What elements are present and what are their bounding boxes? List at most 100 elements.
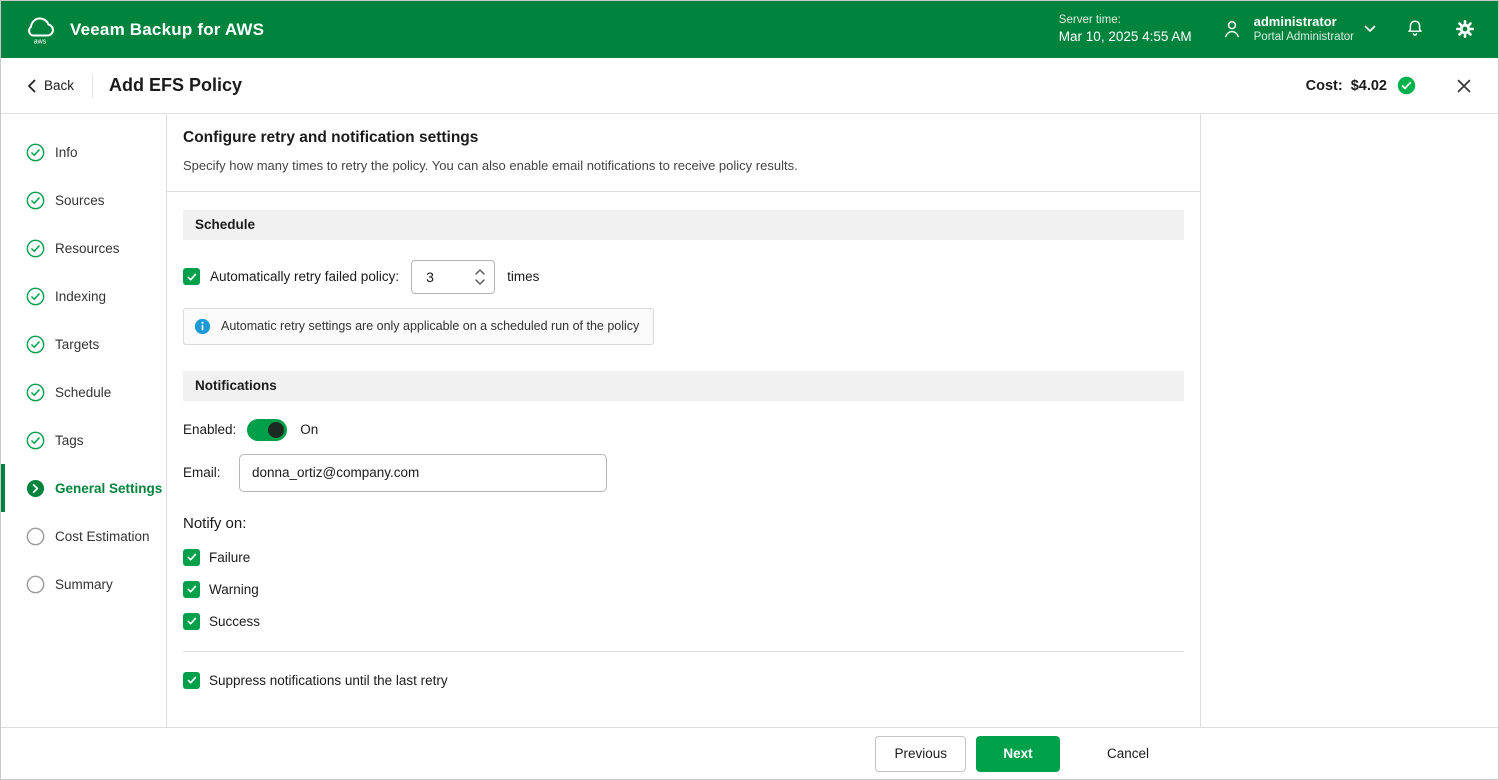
step-label: Info: [55, 144, 78, 160]
right-gutter: [1201, 114, 1498, 727]
step-label: Summary: [55, 576, 113, 592]
panel-subtitle: Specify how many times to retry the poli…: [183, 158, 798, 173]
retry-count-value[interactable]: 3: [412, 269, 475, 285]
cost-ok-icon: [1397, 76, 1416, 95]
section-divider: [183, 650, 1184, 652]
panel-body: Schedule Automatically retry failed poli…: [167, 192, 1200, 728]
enabled-row: Enabled: On: [183, 418, 1184, 441]
wizard-step-schedule[interactable]: Schedule: [1, 368, 166, 416]
main-area: Info Sources Resources Indexing Targets …: [1, 114, 1498, 727]
content-panel: Configure retry and notification setting…: [166, 114, 1201, 727]
close-icon[interactable]: [1452, 74, 1476, 98]
step-label: Tags: [55, 432, 84, 448]
failure-checkbox[interactable]: [183, 548, 200, 566]
wizard-step-summary[interactable]: Summary: [1, 560, 166, 608]
step-label: Schedule: [55, 384, 112, 400]
suppress-checkbox[interactable]: [183, 671, 200, 689]
toggle-state-label: On: [300, 422, 319, 437]
cost-value: $4.02: [1350, 77, 1387, 94]
previous-button[interactable]: Previous: [875, 735, 966, 772]
toolbar-divider: [92, 73, 94, 98]
wizard-step-cost-estimation[interactable]: Cost Estimation: [1, 512, 166, 560]
suppress-row: Suppress notifications until the last re…: [183, 671, 1184, 689]
wizard-step-resources[interactable]: Resources: [1, 224, 166, 272]
user-role: Portal Administrator: [1253, 31, 1354, 44]
email-input[interactable]: [239, 453, 607, 492]
step-todo-icon: [26, 527, 45, 546]
server-time-label: Server time:: [1058, 14, 1121, 26]
wizard-toolbar: Back Add EFS Policy Cost: $4.02: [1, 58, 1498, 114]
step-todo-icon: [26, 575, 45, 594]
step-done-icon: [26, 335, 45, 354]
step-done-icon: [26, 431, 45, 450]
failure-label: Failure: [209, 549, 251, 565]
panel-header: Configure retry and notification setting…: [167, 114, 1200, 192]
step-done-icon: [26, 383, 45, 402]
suppress-label: Suppress notifications until the last re…: [209, 672, 448, 688]
step-done-icon: [26, 191, 45, 210]
user-name: administrator: [1253, 13, 1337, 29]
enabled-label: Enabled:: [183, 422, 237, 437]
wizard-steps-sidebar: Info Sources Resources Indexing Targets …: [1, 114, 166, 727]
step-done-icon: [26, 239, 45, 258]
stepper-controls: [475, 268, 494, 285]
wizard-footer: Previous Next Cancel: [1, 727, 1498, 779]
app-title: Veeam Backup for AWS: [70, 19, 265, 39]
retry-label: Automatically retry failed policy:: [210, 269, 400, 284]
stepper-down-icon[interactable]: [475, 278, 485, 285]
server-time-value: Mar 10, 2025 4:55 AM: [1058, 29, 1192, 45]
user-text: administrator Portal Administrator: [1254, 14, 1354, 46]
email-label: Email:: [183, 465, 221, 480]
chevron-down-icon: [1364, 25, 1376, 33]
server-time: Server time: Mar 10, 2025 4:55 AM: [1059, 12, 1192, 47]
notifications-bell-icon[interactable]: [1404, 18, 1426, 40]
wizard-step-sources[interactable]: Sources: [1, 176, 166, 224]
warning-label: Warning: [209, 581, 259, 597]
retry-count-stepper[interactable]: 3: [411, 259, 496, 294]
notify-option-failure: Failure: [183, 548, 1184, 566]
settings-gear-icon[interactable]: [1454, 18, 1476, 40]
step-label: Resources: [55, 240, 120, 256]
toggle-knob: [268, 421, 285, 438]
wizard-step-info[interactable]: Info: [1, 128, 166, 176]
step-label: Sources: [55, 192, 105, 208]
wizard-step-indexing[interactable]: Indexing: [1, 272, 166, 320]
warning-checkbox[interactable]: [183, 580, 200, 598]
app-header: aws Veeam Backup for AWS Server time: Ma…: [1, 1, 1498, 58]
cost-label: Cost:: [1305, 77, 1343, 94]
page-title: Add EFS Policy: [109, 75, 243, 95]
step-label: Indexing: [55, 288, 107, 304]
notifications-toggle[interactable]: [247, 418, 288, 441]
step-label: Cost Estimation: [55, 528, 150, 544]
notify-options-list: Failure Warning Success: [183, 548, 1184, 630]
retry-checkbox[interactable]: [183, 268, 200, 285]
stepper-up-icon[interactable]: [475, 268, 485, 275]
wizard-step-tags[interactable]: Tags: [1, 416, 166, 464]
step-label: Targets: [55, 336, 100, 352]
veeam-logo-icon: aws: [23, 15, 57, 45]
wizard-step-general-settings[interactable]: General Settings: [1, 464, 166, 512]
notifications-section-header: Notifications: [183, 370, 1184, 401]
user-menu[interactable]: administrator Portal Administrator: [1220, 14, 1376, 46]
user-icon: [1220, 17, 1244, 41]
success-checkbox[interactable]: [183, 612, 200, 630]
cancel-button[interactable]: Cancel: [1089, 736, 1167, 772]
retry-info-text: Automatic retry settings are only applic…: [221, 319, 640, 333]
step-done-icon: [26, 143, 45, 162]
wizard-step-targets[interactable]: Targets: [1, 320, 166, 368]
email-row: Email:: [183, 453, 1184, 492]
info-icon: [194, 318, 211, 335]
back-button[interactable]: Back: [23, 72, 78, 99]
retry-row: Automatically retry failed policy: 3 tim…: [183, 259, 1184, 294]
panel-title: Configure retry and notification setting…: [183, 129, 479, 146]
chevron-left-icon: [27, 79, 36, 93]
next-button[interactable]: Next: [975, 735, 1060, 772]
notify-option-warning: Warning: [183, 580, 1184, 598]
retry-suffix: times: [507, 269, 540, 284]
toolbar-right: Cost: $4.02: [1306, 74, 1476, 98]
notify-on-label: Notify on:: [183, 514, 247, 532]
app-window: aws Veeam Backup for AWS Server time: Ma…: [0, 0, 1499, 780]
svg-text:aws: aws: [34, 38, 47, 45]
back-label: Back: [44, 78, 75, 93]
success-label: Success: [209, 613, 261, 629]
